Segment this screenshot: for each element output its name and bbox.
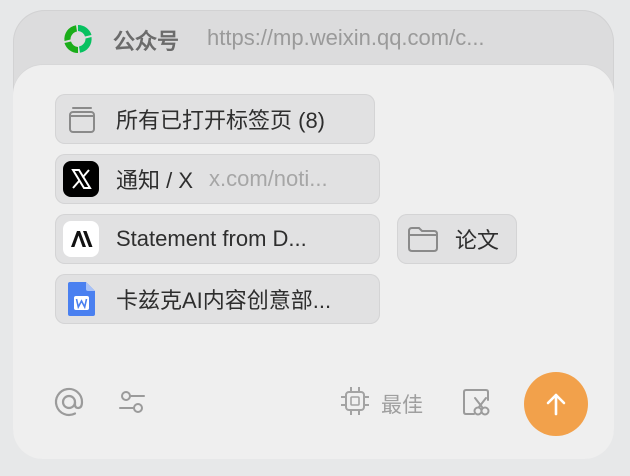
word-doc-icon	[63, 281, 99, 317]
wechat-logo-icon	[64, 24, 92, 54]
tabs-stack-icon	[63, 101, 99, 137]
doc-chip[interactable]: 卡兹克AI内容创意部...	[55, 274, 380, 324]
all-tabs-label: 所有已打开标签页 (8)	[116, 108, 326, 133]
anthropic-statement-label: Statement from D...	[116, 226, 307, 251]
source-url: https://mp.weixin.qq.com/c...	[207, 25, 485, 50]
folder-icon	[405, 221, 441, 257]
doc-label: 卡兹克AI内容创意部...	[116, 288, 332, 313]
at-icon[interactable]	[51, 384, 87, 420]
papers-folder-chip[interactable]: 论文	[397, 214, 517, 264]
send-button[interactable]	[524, 372, 588, 436]
arrow-up-icon	[546, 393, 566, 416]
context-card: 所有已打开标签页 (8) 通知 / X x.com/noti... Statem…	[13, 65, 614, 459]
all-tabs-chip[interactable]: 所有已打开标签页 (8)	[55, 94, 375, 144]
sliders-icon[interactable]	[117, 387, 147, 417]
context-source-header[interactable]: 公众号 https://mp.weixin.qq.com/c...	[13, 10, 614, 68]
x-notifications-label: 通知 / X	[116, 168, 194, 193]
model-label[interactable]: 最佳	[381, 389, 423, 419]
anthropic-statement-chip[interactable]: Statement from D...	[55, 214, 380, 264]
source-name: 公众号	[113, 29, 180, 54]
x-notifications-url: x.com/noti...	[209, 166, 328, 191]
anthropic-logo-icon	[63, 221, 99, 257]
x-logo-icon	[63, 161, 99, 197]
x-notifications-chip[interactable]: 通知 / X x.com/noti...	[55, 154, 380, 204]
chip-icon[interactable]	[339, 385, 371, 417]
papers-folder-label: 论文	[455, 228, 500, 253]
composer-panel: 公众号 https://mp.weixin.qq.com/c... 所有已打开标…	[13, 10, 614, 459]
screenshot-crop-icon[interactable]	[460, 385, 494, 419]
